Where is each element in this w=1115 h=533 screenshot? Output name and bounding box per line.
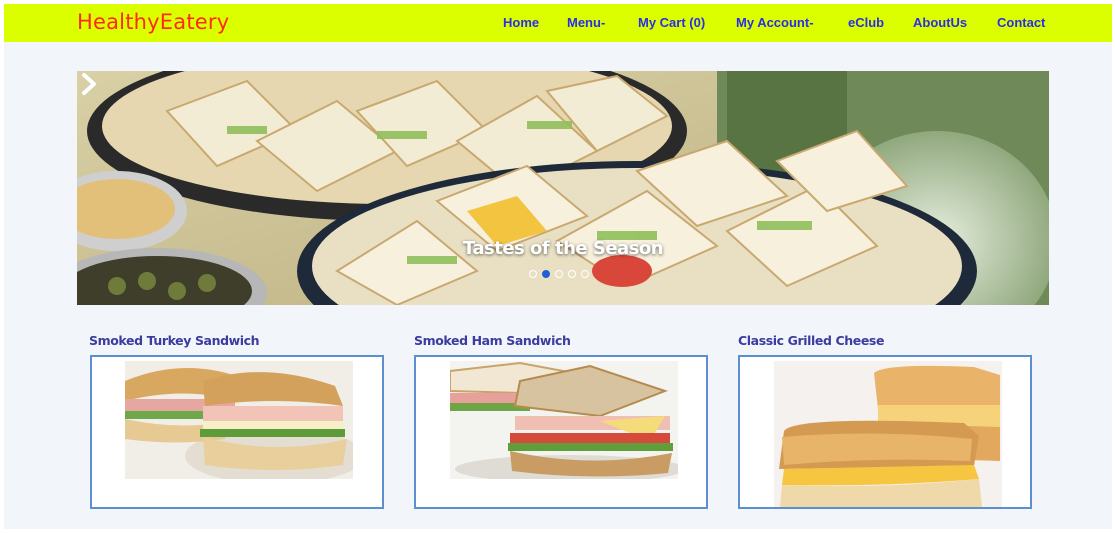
- product-card[interactable]: [90, 355, 384, 509]
- carousel-dot[interactable]: [542, 270, 550, 278]
- nav-my-account-dropdown[interactable]: My Account-: [736, 15, 814, 30]
- carousel-indicators: [529, 270, 589, 280]
- nav-menu: Home Menu- My Cart (0) My Account- eClub…: [4, 15, 1112, 35]
- product-title[interactable]: Smoked Turkey Sandwich: [89, 333, 260, 348]
- hero-carousel[interactable]: Tastes of the Season: [77, 71, 1049, 305]
- product-image: [125, 361, 353, 479]
- top-navbar: HealthyEatery Home Menu- My Cart (0) My …: [4, 4, 1112, 42]
- nav-menu-dropdown[interactable]: Menu-: [567, 15, 605, 30]
- product-card[interactable]: [414, 355, 708, 509]
- product-card[interactable]: [738, 355, 1032, 509]
- carousel-dot[interactable]: [581, 270, 589, 278]
- nav-eclub[interactable]: eClub: [848, 15, 884, 30]
- carousel-dot[interactable]: [568, 270, 576, 278]
- carousel-dot[interactable]: [555, 270, 563, 278]
- carousel-dot[interactable]: [529, 270, 537, 278]
- product-title[interactable]: Smoked Ham Sandwich: [414, 333, 571, 348]
- carousel-caption: Tastes of the Season: [462, 238, 664, 259]
- product-title[interactable]: Classic Grilled Cheese: [738, 333, 884, 348]
- nav-home[interactable]: Home: [503, 15, 539, 30]
- chevron-right-icon[interactable]: [77, 71, 101, 97]
- product-image: [450, 361, 678, 479]
- nav-my-cart[interactable]: My Cart (0): [638, 15, 705, 30]
- page: HealthyEatery Home Menu- My Cart (0) My …: [4, 4, 1112, 529]
- nav-contact[interactable]: Contact: [997, 15, 1045, 30]
- nav-about-us[interactable]: AboutUs: [913, 15, 967, 30]
- product-image: [774, 361, 1002, 507]
